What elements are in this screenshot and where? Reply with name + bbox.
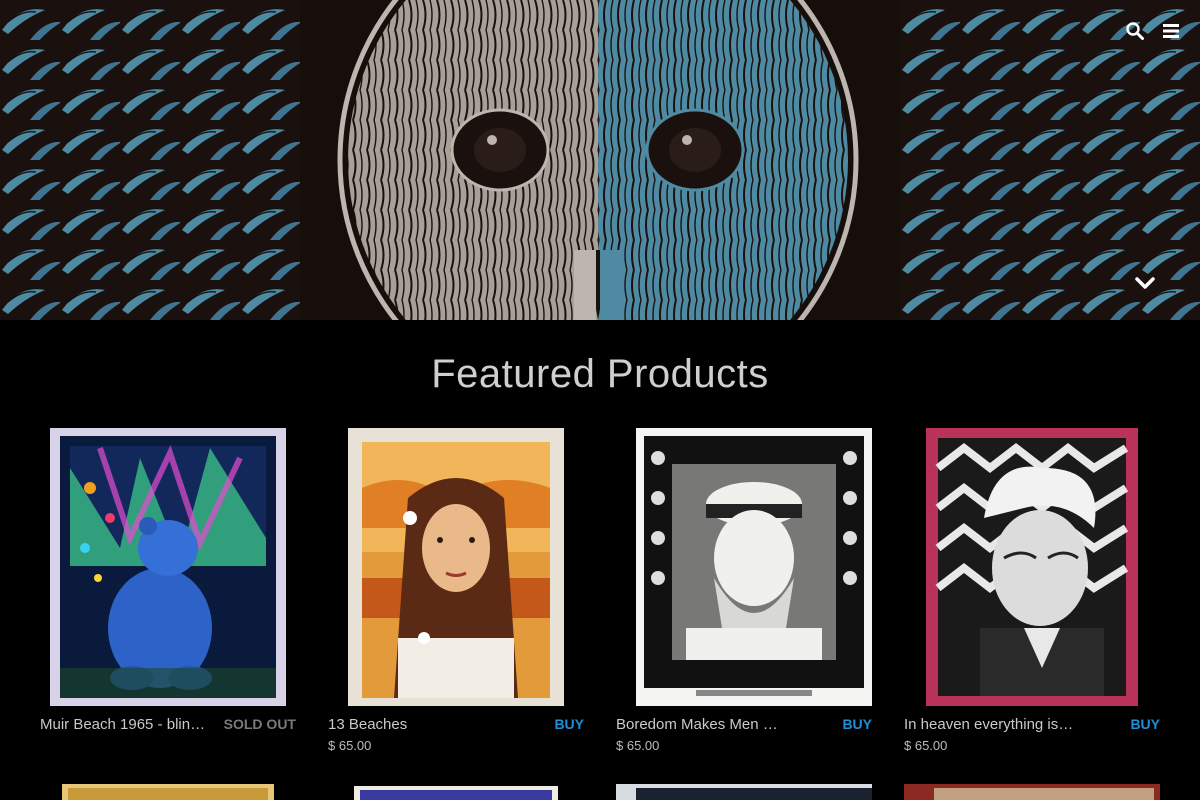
product-name[interactable]: Muir Beach 1965 - blin…	[40, 716, 205, 733]
product-price: $ 65.00	[616, 738, 660, 753]
product-card: Boredom Makes Men … BUY $ 65.00	[616, 428, 872, 753]
product-card: 13 Beaches BUY $ 65.00	[328, 428, 584, 753]
hamburger-menu-icon[interactable]	[1160, 20, 1182, 42]
product-image[interactable]	[616, 782, 872, 800]
featured-products-heading: Featured Products	[431, 352, 769, 396]
product-image-man[interactable]	[904, 428, 1160, 706]
product-image-bear[interactable]	[40, 428, 296, 706]
buy-button[interactable]: BUY	[842, 716, 872, 732]
product-image[interactable]	[40, 782, 296, 800]
owl-artwork-image	[0, 0, 1200, 320]
product-image-sailor[interactable]	[616, 428, 872, 706]
buy-button[interactable]: BUY	[1130, 716, 1160, 732]
product-name[interactable]: Boredom Makes Men …	[616, 716, 778, 733]
product-grid-row-2	[40, 782, 1170, 800]
hero-banner	[0, 0, 1200, 320]
chevron-down-icon[interactable]	[1132, 272, 1158, 294]
sold-out-label: SOLD OUT	[223, 716, 296, 732]
search-icon[interactable]	[1124, 20, 1146, 42]
product-price: $ 65.00	[328, 738, 372, 753]
product-card: Muir Beach 1965 - blin… SOLD OUT	[40, 428, 296, 753]
product-price: $ 65.00	[904, 738, 948, 753]
buy-button[interactable]: BUY	[554, 716, 584, 732]
product-image[interactable]	[328, 782, 584, 800]
product-image[interactable]	[904, 782, 1160, 800]
product-card: In heaven everything is … BUY $ 65.00	[904, 428, 1160, 753]
product-name[interactable]: 13 Beaches	[328, 716, 407, 733]
product-grid: Muir Beach 1965 - blin… SOLD OUT 13 Beac…	[40, 428, 1170, 753]
product-name[interactable]: In heaven everything is …	[904, 716, 1074, 733]
product-image-portrait[interactable]	[328, 428, 584, 706]
